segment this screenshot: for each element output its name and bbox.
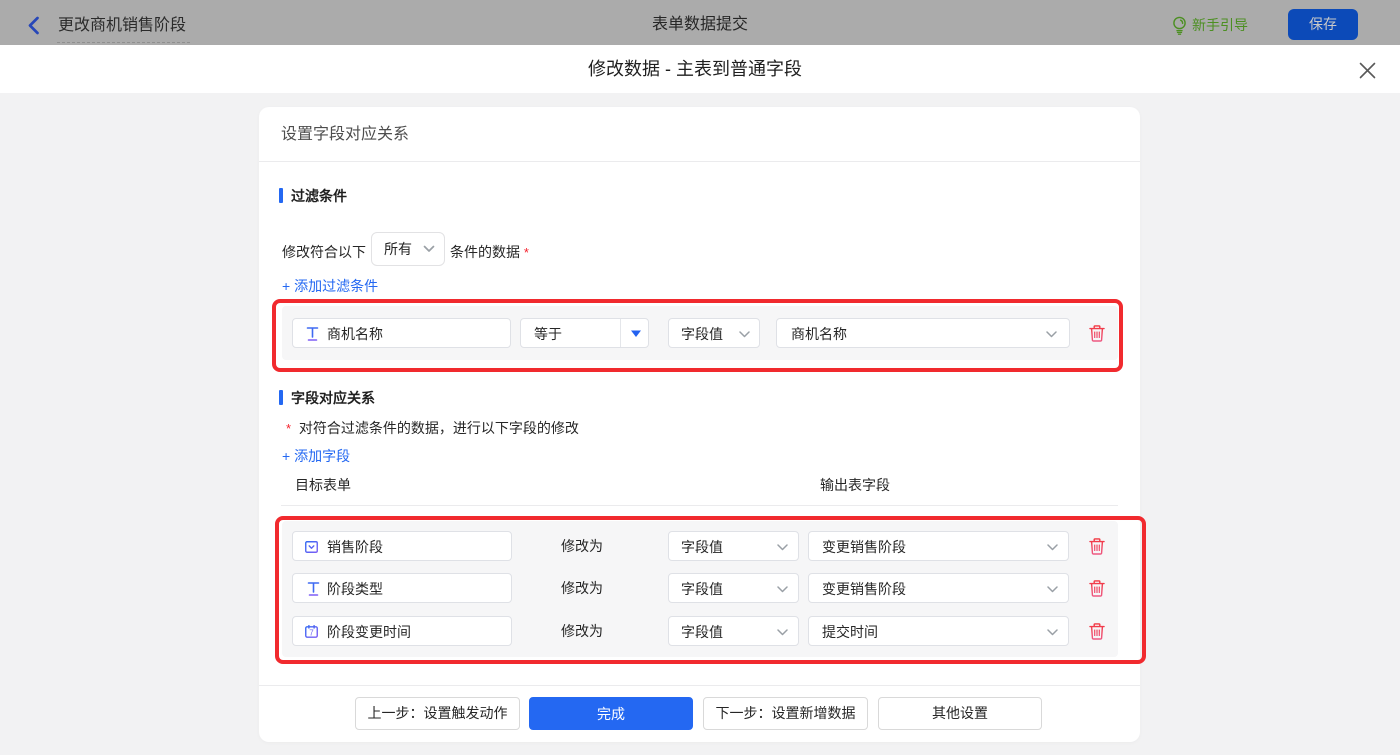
svg-text:7: 7 (309, 629, 314, 638)
